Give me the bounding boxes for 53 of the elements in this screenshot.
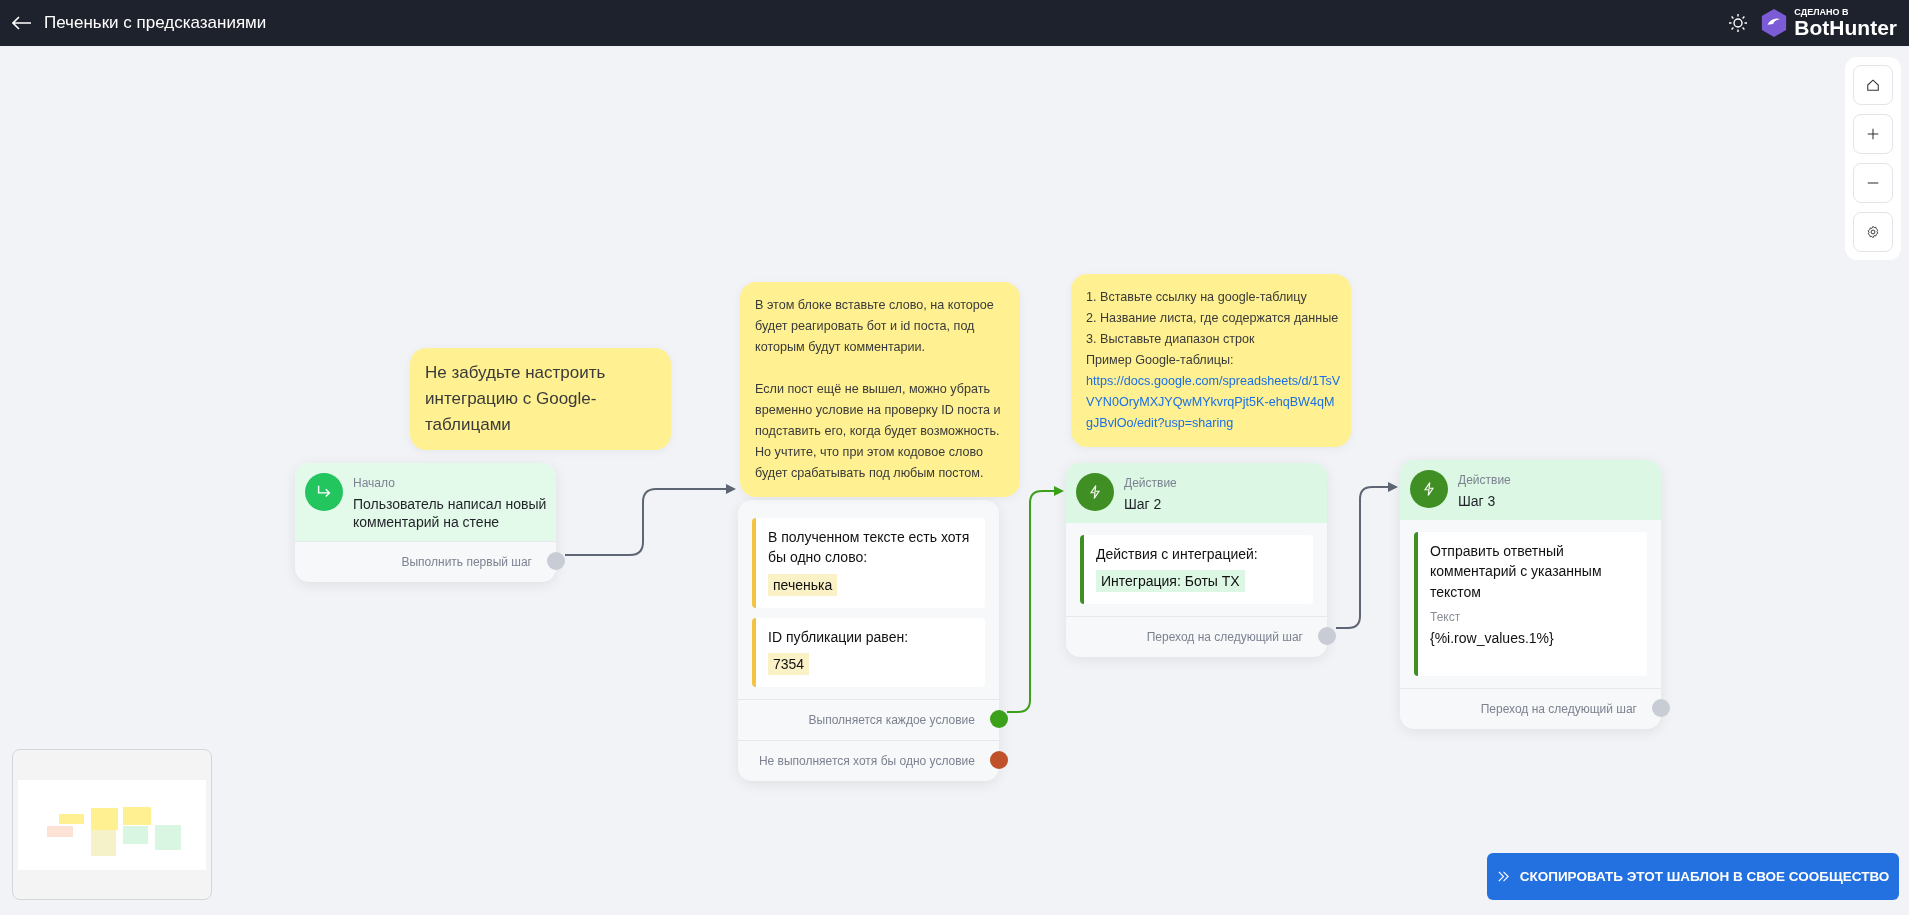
output-port[interactable] [990, 710, 1008, 728]
note-text: 3. Выставьте диапазон строк [1086, 331, 1256, 348]
field-value: {%i.row_values.1%} [1430, 630, 1554, 647]
node-type-label: Действие [1458, 473, 1511, 487]
flow-node[interactable]: Действие Шаг 2 Действия с интеграцией: Интеграция: Боты TX Переход на следующий шаг [1066, 463, 1327, 658]
output-label: Переход на следующий шаг [1480, 702, 1637, 717]
card-title: Действия с интеграцией: [1096, 545, 1258, 565]
output-label: Выполнить первый шаг [401, 555, 532, 570]
double-chevron-icon [1496, 870, 1510, 883]
note-text: Не забудьте настроить интеграцию с Google-таблицами [425, 362, 607, 436]
plus-icon [1866, 127, 1880, 141]
output-port[interactable] [990, 751, 1008, 769]
flow-node[interactable]: В полученном тексте есть хотя бы одно слово: печенька ID публикации равен: 7354 Выполняется каждое условие Не выполняется хотя бы одно условие [738, 500, 999, 781]
copy-template-button[interactable]: СКОПИРОВАТЬ ЭТОТ ШАБЛОН В СВОЕ СООБЩЕСТВО [1487, 853, 1899, 900]
flow-node[interactable]: Начало Пользователь написал новый комментарий на стене Выполнить первый шаг [295, 463, 556, 583]
node-title: Шаг 3 [1458, 492, 1497, 511]
brand-name: BotHunter [1794, 17, 1897, 38]
card-title: Отправить ответный комментарий с указанным текстом [1430, 542, 1603, 602]
value-tag: Интеграция: Боты TX [1096, 570, 1245, 593]
value-tag: 7354 [768, 652, 810, 675]
sun-icon[interactable] [1728, 13, 1749, 33]
card-title: ID публикации равен: [768, 627, 909, 647]
node-title: Шаг 2 [1124, 495, 1163, 514]
node-type-label: Действие [1124, 476, 1177, 490]
card-title: В полученном тексте есть хотя бы одно слово: [768, 528, 971, 568]
lightning-icon [1076, 473, 1114, 511]
field-label: Текст [1430, 610, 1461, 625]
home-button[interactable] [1853, 65, 1893, 105]
sticky-note[interactable] [740, 282, 1020, 497]
flow-node[interactable]: Действие Шаг 3 Отправить ответный комментарий с указанным текстом Текст {%i.row_values.1%} Переход на следующий шаг [1400, 460, 1661, 730]
note-text: В этом блоке вставьте слово, на которое будет реагировать бот и id поста, под которым будут комментарии. [755, 297, 995, 356]
output-label: Выполняется каждое условие [808, 712, 975, 727]
node-type-label: Начало [353, 476, 396, 490]
output-label: Не выполняется хотя бы одно условие [758, 753, 975, 768]
note-text: 2. Название листа, где содержатся данные [1086, 310, 1340, 327]
note-text: Если пост ещё не вышел, можно убрать временно условие на проверку ID поста и подставить его, когда будет возможность. Но учтите, что при этом кодовое слово будет срабатывать под любым постом. [755, 381, 1002, 482]
page-title: Печеньки с предсказаниями [44, 13, 267, 33]
sticky-note[interactable]: Не забудьте настроить интеграцию с Google-таблицами [410, 348, 671, 450]
gear-icon [1866, 225, 1880, 239]
settings-button[interactable] [1853, 212, 1893, 252]
sticky-note[interactable] [1071, 274, 1351, 447]
brand-caption: СДЕЛАНО В [1794, 8, 1850, 17]
note-text: 1. Вставьте ссылку на google-таблицу [1086, 289, 1308, 306]
zoom-in-button[interactable] [1853, 114, 1893, 154]
back-arrow-icon[interactable] [12, 16, 32, 30]
spreadsheet-link[interactable]: https://docs.google.com/spreadsheets/d/1TsVVYN0OryMXJYQwMYkvrqPjt5K-ehqBW4qMgJBvlOo/edit?usp=sharing [1086, 371, 1341, 434]
node-title: Пользователь написал новый комментарий на стене [353, 495, 548, 532]
output-label: Переход на следующий шаг [1146, 630, 1303, 645]
value-tag: печенька [768, 573, 838, 596]
logo-icon [1760, 8, 1789, 38]
lightning-icon [1410, 470, 1448, 508]
note-text: Пример Google-таблицы: [1086, 352, 1235, 369]
home-icon [1866, 78, 1880, 92]
